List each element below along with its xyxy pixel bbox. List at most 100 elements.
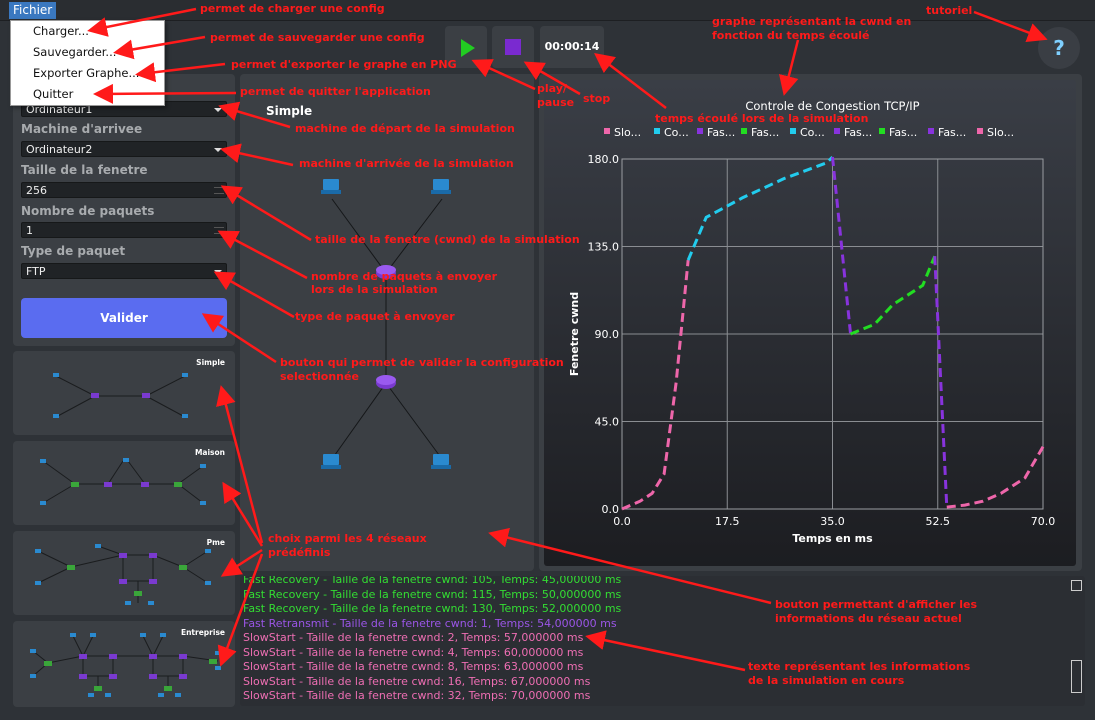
chart-title: Controle de Congestion TCP/IP (745, 99, 919, 113)
y-tick-label: 90.0 (595, 328, 620, 341)
network-thumb-pme[interactable]: Pme (13, 531, 235, 615)
log-line: Fast Recovery - Taille de la fenetre cwn… (243, 602, 622, 615)
x-tick-label: 35.0 (820, 515, 845, 528)
legend-swatch (790, 128, 796, 134)
annotation-exporter: permet d'exporter le graphe en PNG (231, 58, 457, 71)
annotation-graphe-2: fonction du temps écoulé (712, 29, 870, 42)
log-scrollbar[interactable] (1071, 660, 1082, 693)
computer-icon[interactable] (321, 454, 341, 469)
y-tick-label: 180.0 (588, 153, 620, 166)
menu-item-quitter[interactable]: Quitter (33, 87, 73, 101)
annotation-log-1: texte représentant les informations (748, 660, 971, 673)
valider-button[interactable]: Valider (21, 298, 227, 338)
network-thumb-entreprise[interactable]: Entreprise (13, 621, 235, 707)
network-thumb-title: Entreprise (180, 628, 225, 637)
y-tick-label: 45.0 (595, 416, 620, 429)
annotation-info-2: informations du réseau actuel (775, 612, 962, 625)
arrivee-select[interactable]: Ordinateur2 (21, 141, 227, 157)
spin-down-icon[interactable] (214, 193, 224, 194)
legend-swatch (977, 128, 983, 134)
paquets-spinbox[interactable]: 1 (21, 222, 227, 238)
legend-swatch (654, 128, 660, 134)
pme-network-mini-diagram (35, 544, 211, 605)
legend-swatch (928, 128, 934, 134)
chevron-down-icon (214, 270, 222, 274)
computer-icon[interactable] (431, 179, 451, 194)
annotation-depart: machine de départ de la simulation (295, 122, 515, 135)
annotation-valider-1: bouton qui permet de valider la configur… (280, 356, 564, 369)
fenetre-value: 256 (26, 184, 47, 197)
annotation-log-2: de la simulation en cours (748, 674, 905, 687)
log-line: SlowStart - Taille de la fenetre cwnd: 3… (243, 689, 591, 702)
type-select[interactable]: FTP (21, 263, 227, 279)
annotation-tutoriel: tutoriel (926, 4, 973, 17)
help-button[interactable]: ? (1038, 27, 1080, 69)
menu-item-charger[interactable]: Charger... (33, 24, 89, 38)
log-line: Fast Retransmit - Taille de la fenetre c… (243, 616, 617, 630)
x-tick-label: 52.5 (926, 515, 951, 528)
annotation-paquets-2: lors de la simulation (311, 283, 438, 296)
chart-background (544, 80, 1076, 566)
log-line: Fast Recovery - Taille de la fenetre cwn… (243, 587, 622, 601)
stop-button[interactable] (492, 26, 534, 68)
annotation-type: type de paquet à envoyer (295, 310, 455, 323)
annotation-info-1: bouton permettant d'afficher les (775, 598, 978, 611)
log-line: SlowStart - Taille de la fenetre cwnd: 2… (243, 631, 584, 644)
paquets-label: Nombre de paquets (21, 204, 155, 218)
menu-item-exporter-graphe[interactable]: Exporter Graphe... (33, 66, 139, 80)
x-axis-label: Temps en ms (792, 532, 873, 545)
legend-swatch (834, 128, 840, 134)
paquets-value: 1 (26, 224, 33, 237)
annotation-play-1: play/ (537, 82, 567, 95)
legend-swatch (879, 128, 885, 134)
legend-swatch (741, 128, 747, 134)
question-mark-icon: ? (1053, 36, 1065, 60)
annotation-charger: permet de charger une config (200, 2, 385, 15)
log-line: Fast Recovery - Taille de la fenetre cwn… (243, 576, 622, 586)
chevron-down-icon (214, 148, 222, 152)
annotation-valider-2: selectionnée (280, 370, 359, 383)
legend-swatch (697, 128, 703, 134)
legend-label: Slo... (614, 126, 641, 139)
network-thumb-maison[interactable]: Maison (13, 441, 235, 525)
arrivee-value: Ordinateur2 (26, 143, 93, 156)
cwnd-chart: 0.0 17.5 35.0 52.5 70.0 0.0 45.0 90.0 135.0 180.0… (544, 80, 1076, 566)
network-info-toggle[interactable] (1071, 580, 1082, 591)
spin-up-icon[interactable] (214, 187, 224, 188)
annotation-arrivee: machine d'arrivée de la simulation (299, 157, 514, 170)
fenetre-label: Taille de la fenetre (21, 163, 148, 177)
menu-fichier[interactable]: Fichier (9, 2, 57, 19)
computer-icon[interactable] (431, 454, 451, 469)
annotation-paquets-1: nombre de paquets à envoyer (311, 270, 498, 283)
y-tick-label: 0.0 (602, 503, 620, 516)
log-line: SlowStart - Taille de la fenetre cwnd: 1… (243, 674, 591, 688)
annotation-sauvegarder: permet de sauvegarder une config (210, 31, 425, 44)
annotation-reseaux-1: choix parmi les 4 réseaux (268, 532, 427, 545)
legend-label: Fas... (938, 126, 966, 139)
network-thumb-title: Pme (206, 538, 225, 547)
legend-label: Co... (664, 126, 689, 139)
fenetre-spinbox[interactable]: 256 (21, 182, 227, 198)
x-tick-label: 0.0 (613, 515, 631, 528)
spin-down-icon[interactable] (214, 233, 224, 234)
type-label: Type de paquet (21, 244, 126, 258)
network-thumb-simple[interactable]: Simple (13, 351, 235, 435)
annotation-fenetre: taille de la fenetre (cwnd) de la simula… (315, 233, 580, 246)
legend-label: Slo... (987, 126, 1014, 139)
network-thumb-title: Simple (196, 358, 225, 367)
legend-swatch (604, 128, 610, 134)
annotation-graphe-1: graphe représentant la cwnd en (712, 15, 912, 28)
file-dropdown-menu: Charger... Sauvegarder... Exporter Graph… (10, 20, 165, 106)
spin-up-icon[interactable] (214, 227, 224, 228)
computer-icon[interactable] (321, 179, 341, 194)
type-value: FTP (26, 265, 46, 278)
legend-label: Fas... (707, 126, 735, 139)
router-icon[interactable] (376, 375, 396, 389)
menu-item-sauvegarder[interactable]: Sauvegarder... (33, 45, 116, 59)
simulation-log: Fast Recovery - Taille de la fenetre cwn… (240, 576, 1085, 706)
x-tick-label: 17.5 (715, 515, 740, 528)
arrivee-label: Machine d'arrivee (21, 122, 143, 136)
legend-label: Fas... (751, 126, 779, 139)
annotation-timer: temps écoulé lors de la simulation (655, 112, 869, 125)
annotation-play-2: pause (537, 96, 575, 109)
